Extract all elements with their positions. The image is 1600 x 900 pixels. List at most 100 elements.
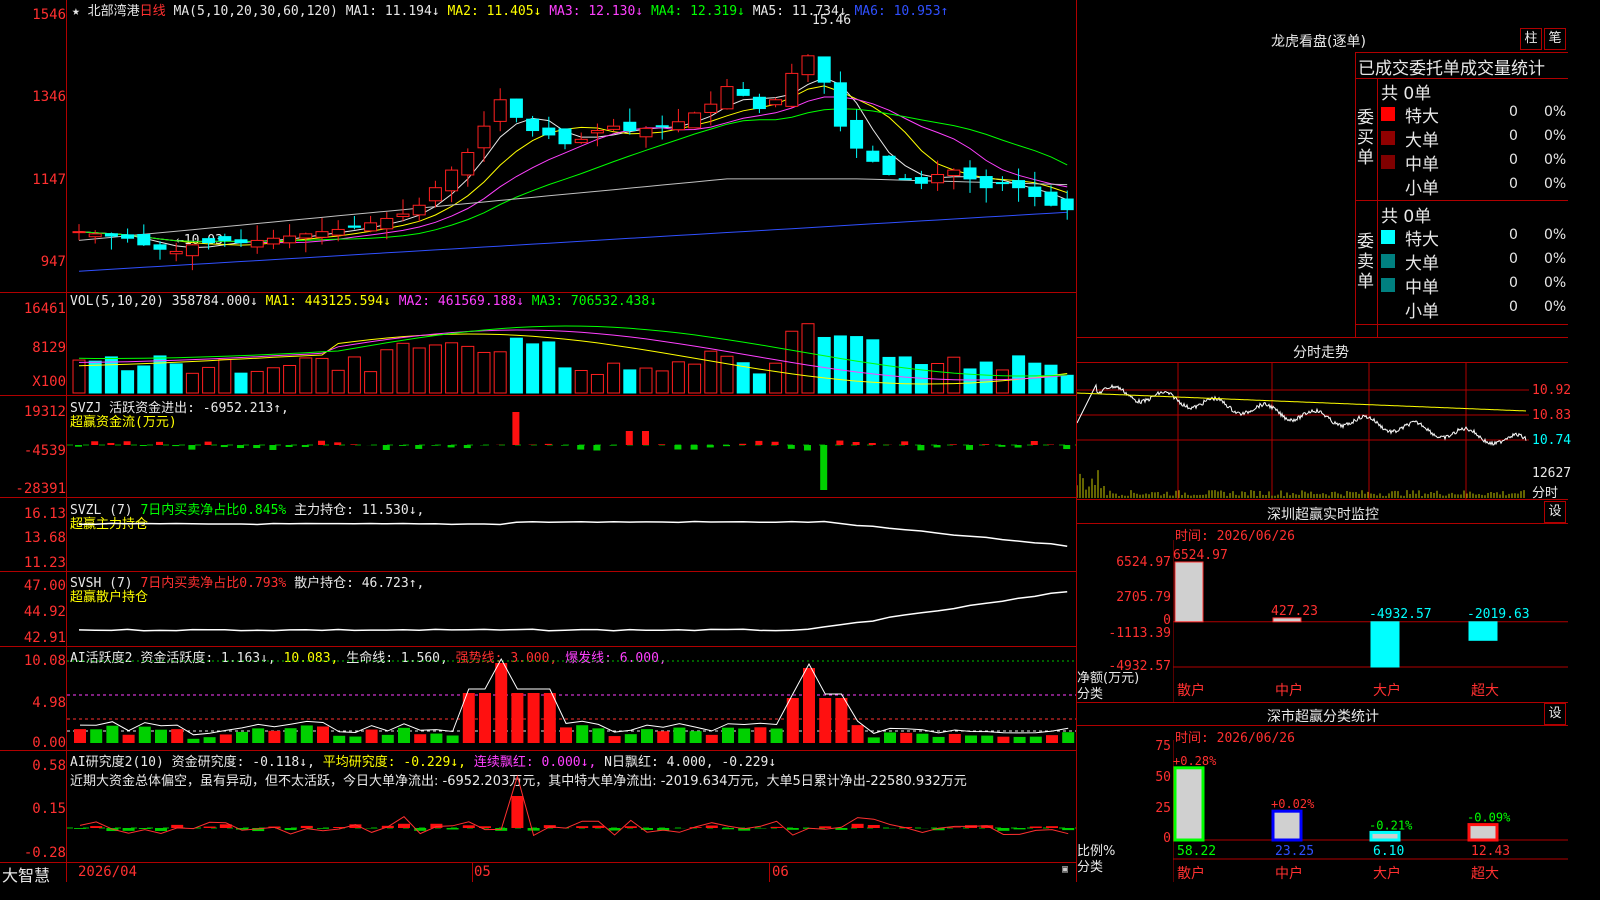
candle-body	[250, 239, 264, 248]
ai-active-bar	[705, 734, 718, 743]
volume-bar	[979, 361, 993, 394]
ai-active-bar	[74, 729, 86, 743]
candlestick-chart[interactable]	[67, 0, 1076, 292]
classify-y-tick: 75	[1155, 739, 1171, 754]
volume-bar	[364, 371, 378, 394]
svsh-chart[interactable]	[67, 572, 1076, 646]
volume-bar	[558, 367, 572, 394]
ai-active-bar	[948, 733, 961, 743]
svzj-bar	[512, 412, 520, 445]
ai-active-y-tick: 4.98	[32, 695, 66, 711]
ai-active-chart[interactable]	[67, 647, 1076, 750]
svzj-bar	[966, 445, 973, 450]
candle-body	[104, 233, 118, 237]
svzj-bar	[917, 445, 925, 451]
ai-active-bar	[122, 734, 135, 743]
volume-bar	[493, 351, 507, 394]
buy-row-value: 0	[1509, 176, 1518, 192]
svzj-bar	[836, 440, 844, 445]
svzj-bar	[123, 441, 131, 445]
svzj-bar	[1063, 445, 1071, 450]
candle-body	[801, 55, 815, 76]
candle-body	[898, 178, 912, 181]
ai-research-bar	[398, 823, 410, 828]
main-y-tick: 1546	[32, 7, 66, 23]
classify-bar-chart[interactable]: +0.28% 58.22 散户 +0.02% 23.25 中户 -0.21% 6.10 大户 -0…	[1173, 740, 1568, 882]
svzj-bar	[998, 445, 1006, 447]
ai-research-bar	[511, 796, 524, 828]
svzj-bar	[949, 444, 957, 445]
ai-active-bar	[884, 732, 896, 743]
buy-row-value: 0	[1509, 104, 1518, 120]
ai-research-bar	[997, 828, 1010, 831]
svzj-chart[interactable]	[67, 396, 1076, 497]
ai-active-bar	[365, 729, 378, 743]
candle-body	[1060, 198, 1074, 211]
candle-body	[558, 128, 572, 145]
candle-body	[461, 152, 475, 176]
classify-change-label: +0.28%	[1173, 754, 1217, 768]
candle-body	[121, 234, 135, 239]
intraday-y-tick: 10.92	[1532, 383, 1572, 398]
volume-bar	[396, 342, 410, 394]
ma-line-1	[78, 77, 1068, 249]
ai-research-bar	[462, 825, 475, 828]
candle-body	[1028, 186, 1042, 197]
candle-body	[202, 238, 216, 244]
candle-body	[769, 99, 783, 106]
sell-row-label: 小单	[1405, 302, 1439, 322]
sell-row-label: 大单	[1405, 254, 1439, 274]
ai-active-bar	[381, 734, 394, 743]
svzj-bar	[723, 445, 730, 447]
ai-active-bar	[349, 736, 362, 743]
svzj-bar	[771, 441, 779, 445]
ai-active-bar	[592, 728, 605, 743]
volume-bar	[801, 323, 815, 394]
buy-0-swatch	[1381, 107, 1395, 121]
intraday-vol-label: 12627	[1532, 466, 1572, 481]
svzl-line	[79, 520, 1068, 548]
ai-active-bar	[430, 733, 443, 743]
ai-research-bar	[576, 826, 589, 828]
ai-active-bar	[916, 733, 929, 743]
intraday-chart[interactable]	[1077, 363, 1568, 499]
ai-active-bar	[770, 728, 783, 743]
ai-research-bar	[74, 828, 86, 829]
volume-bar	[153, 355, 167, 394]
ai-research-bar	[1013, 828, 1026, 830]
ai-active-bar	[997, 736, 1010, 743]
classify-category-label: 大户	[1373, 865, 1401, 882]
volume-bar	[428, 344, 442, 394]
svzl-chart[interactable]	[67, 498, 1076, 571]
ai-research-y-tick: 0.15	[32, 801, 66, 817]
ai-research-bar	[592, 825, 605, 828]
kline-chart-area[interactable]: ★ 北部湾港日线 MA(5,10,20,30,60,120) MA1: 11.1…	[0, 0, 1077, 885]
monitor-bar-chart[interactable]: 6524.97 散户 427.23 中户 -4932.57 大户 -2019.63 超大	[1173, 540, 1568, 702]
monitor-category-label: 大户	[1373, 682, 1401, 699]
volume-bar	[688, 363, 702, 394]
ai-active-bar	[138, 726, 151, 743]
ai-active-line	[79, 657, 1069, 736]
svzj-bar	[318, 440, 325, 445]
ai-active-bar	[268, 730, 281, 743]
ai-active-bar	[414, 734, 427, 743]
candle-body	[817, 56, 831, 83]
volume-bar	[655, 370, 669, 394]
monitor-settings-button[interactable]: 设	[1544, 501, 1566, 523]
classify-settings-button[interactable]: 设	[1544, 703, 1566, 725]
svzj-bar	[933, 445, 941, 448]
column-mode-button[interactable]: 柱	[1520, 28, 1542, 50]
lock-icon[interactable]: ▣	[1062, 864, 1068, 875]
trade-mode-button[interactable]: 笔	[1544, 28, 1566, 50]
ai-active-bar	[754, 727, 767, 743]
ai-active-bar	[738, 728, 751, 743]
volume-bar	[704, 350, 718, 394]
svzj-bar	[107, 442, 115, 445]
volume-chart[interactable]	[67, 293, 1076, 395]
candle-body	[493, 99, 507, 122]
ai-research-bar	[527, 828, 540, 831]
svzj-bar	[269, 445, 277, 450]
ai-research-chart[interactable]	[67, 751, 1076, 862]
ma-line-5	[78, 178, 1068, 241]
svzj-y-tick: -28391	[15, 481, 66, 497]
